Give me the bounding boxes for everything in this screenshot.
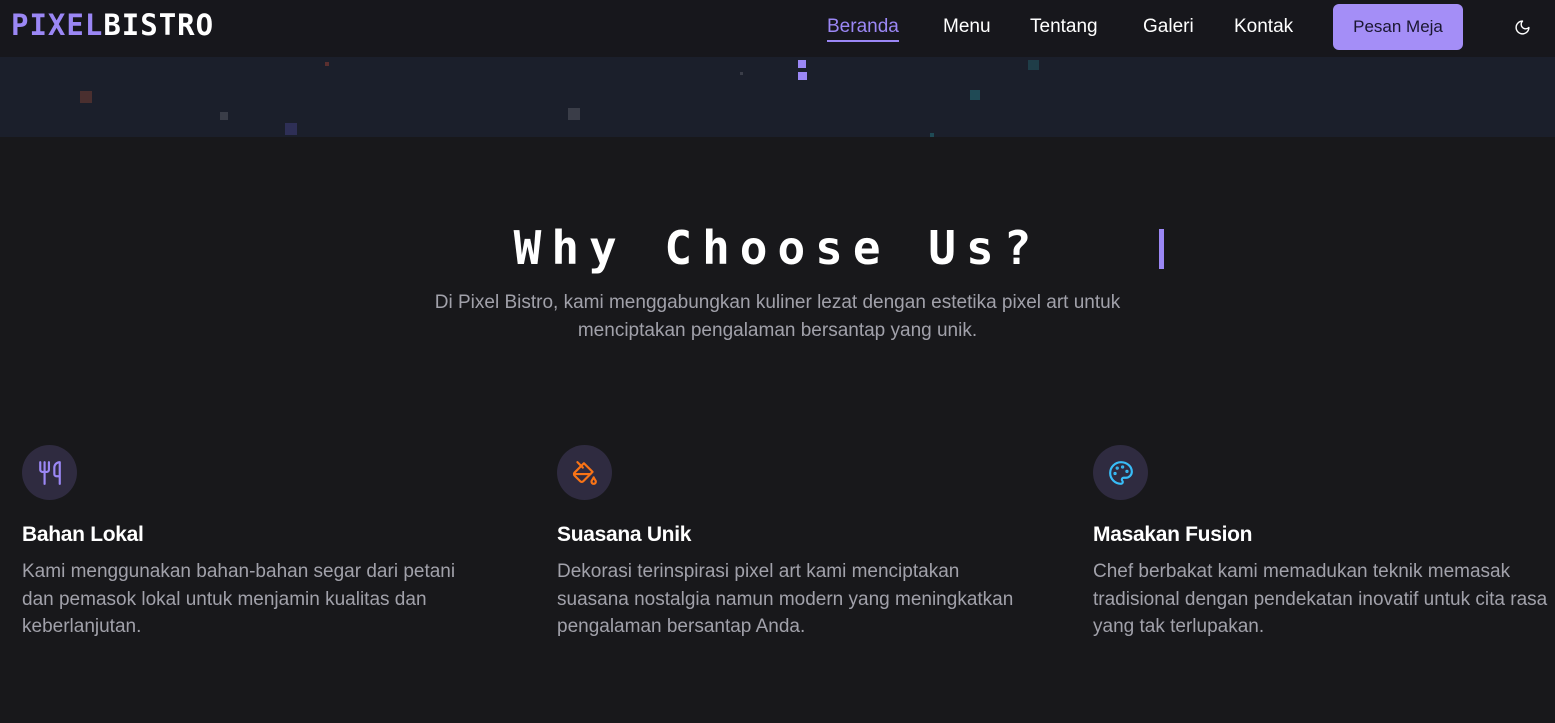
moon-icon bbox=[1514, 19, 1530, 35]
section-subtitle: Di Pixel Bistro, kami menggabungkan kuli… bbox=[434, 292, 1121, 341]
paint-bucket-icon bbox=[572, 460, 597, 485]
brand-logo-part2: BISTRO bbox=[103, 8, 215, 42]
feature-description: Dekorasi terinspirasi pixel art kami men… bbox=[557, 561, 1014, 637]
brand-logo-part1: PIXEL bbox=[11, 8, 104, 42]
section-title: Why Choose Us? bbox=[513, 221, 1042, 275]
feature-title: Bahan Lokal bbox=[22, 523, 144, 546]
nav-item-tentang[interactable]: Tentang bbox=[1030, 15, 1098, 39]
reserve-table-button[interactable]: Pesan Meja bbox=[1333, 4, 1463, 50]
feature-title: Suasana Unik bbox=[557, 523, 692, 546]
utensils-icon bbox=[38, 460, 61, 485]
pixel-decoration bbox=[740, 72, 743, 75]
pixel-decoration bbox=[80, 91, 92, 103]
feature-title: Masakan Fusion bbox=[1093, 523, 1253, 546]
nav-item-beranda[interactable]: Beranda bbox=[827, 15, 899, 42]
feature-card: Masakan Fusion Chef berbakat kami memadu… bbox=[1093, 445, 1553, 641]
brand-logo[interactable]: PIXELBISTRO bbox=[11, 10, 214, 40]
feature-icon-container bbox=[1093, 445, 1148, 500]
theme-toggle-button[interactable] bbox=[1510, 15, 1534, 39]
nav-item-galeri[interactable]: Galeri bbox=[1143, 15, 1194, 39]
pixel-decoration bbox=[220, 112, 228, 120]
palette-icon bbox=[1108, 460, 1133, 485]
feature-card: Suasana Unik Dekorasi terinspirasi pixel… bbox=[557, 445, 1017, 641]
pixel-decoration bbox=[568, 108, 580, 120]
feature-icon-container bbox=[557, 445, 612, 500]
site-header: PIXELBISTRO Beranda Menu Tentang Galeri … bbox=[0, 0, 1555, 57]
feature-icon-container bbox=[22, 445, 77, 500]
feature-description: Kami menggunakan bahan-bahan segar dari … bbox=[22, 561, 456, 637]
pixel-decoration bbox=[1028, 60, 1039, 70]
feature-description: Chef berbakat kami memadukan teknik mema… bbox=[1093, 561, 1548, 637]
hero-background bbox=[0, 57, 1555, 137]
pixel-decoration bbox=[798, 60, 806, 68]
typing-cursor bbox=[1159, 229, 1164, 269]
pixel-decoration bbox=[285, 123, 297, 135]
nav-item-kontak[interactable]: Kontak bbox=[1234, 15, 1293, 39]
pixel-decoration bbox=[930, 133, 934, 137]
pixel-decoration bbox=[325, 62, 329, 66]
feature-card: Bahan Lokal Kami menggunakan bahan-bahan… bbox=[22, 445, 482, 641]
pixel-decoration bbox=[798, 72, 807, 80]
pixel-decoration bbox=[970, 90, 980, 100]
nav-item-menu[interactable]: Menu bbox=[943, 15, 991, 39]
